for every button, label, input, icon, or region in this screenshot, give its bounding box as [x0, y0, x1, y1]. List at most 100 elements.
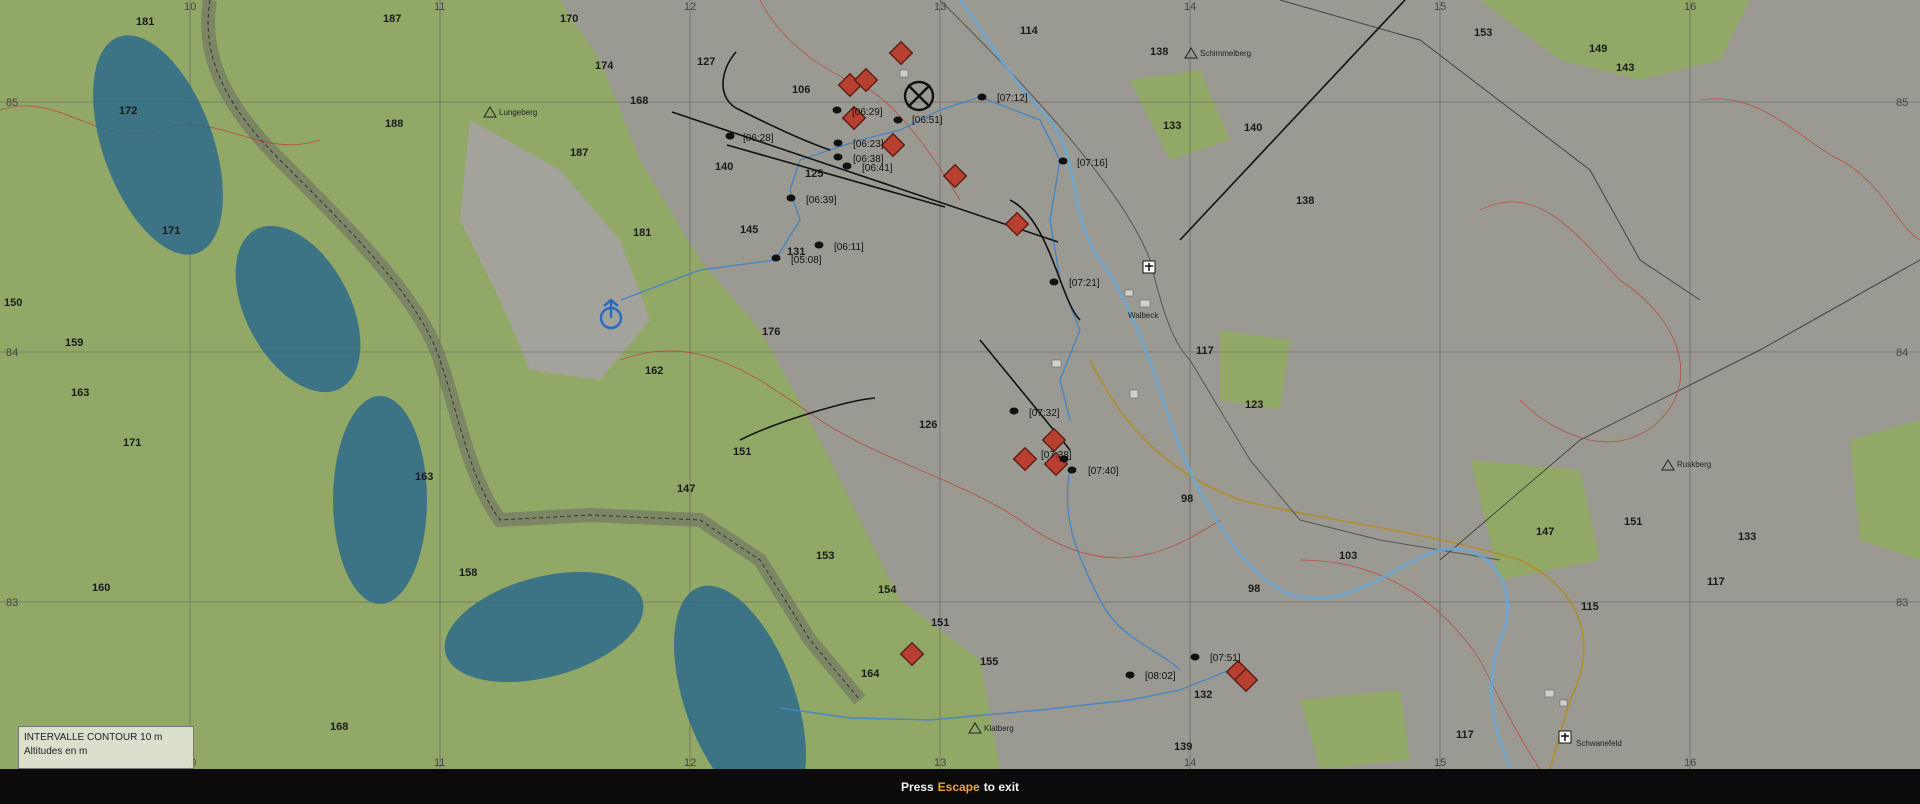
- grid-row-label: 83: [1896, 597, 1908, 609]
- waypoint-dot[interactable]: [814, 241, 824, 249]
- grid-col-label: 16: [1684, 1, 1696, 13]
- elevation-label: 172: [119, 105, 137, 117]
- elevation-label: 140: [715, 161, 733, 173]
- grid-col-label: 15: [1434, 1, 1446, 13]
- waypoint-time: [06:23]: [853, 139, 884, 150]
- waypoint-dot[interactable]: [1067, 466, 1077, 474]
- waypoint-dot[interactable]: [1049, 278, 1059, 286]
- elevation-label: 132: [1194, 689, 1212, 701]
- legend-title: INTERVALLE CONTOUR 10 m: [24, 732, 163, 743]
- elevation-label: 176: [762, 326, 780, 338]
- waypoint-dot[interactable]: [977, 93, 987, 101]
- legend-subtitle: Altitudes en m: [24, 746, 88, 757]
- place-name: Schwanefeld: [1576, 739, 1622, 748]
- elevation-label: 163: [415, 471, 433, 483]
- elevation-label: 106: [792, 84, 810, 96]
- elevation-label: 154: [878, 584, 897, 596]
- elevation-label: 123: [1245, 399, 1263, 411]
- escape-key-label[interactable]: Escape: [938, 780, 980, 794]
- exit-hint-suffix: to exit: [983, 779, 1020, 794]
- grid-col-label: 13: [934, 757, 946, 769]
- waypoint-time: [07:21]: [1069, 278, 1100, 289]
- elevation-label: 153: [816, 550, 834, 562]
- grid-row-label: 84: [1896, 347, 1908, 359]
- waypoint-dot[interactable]: [833, 139, 843, 147]
- grid-row-label: 84: [6, 347, 18, 359]
- elevation-label: 114: [1020, 25, 1039, 37]
- elevation-label: 171: [162, 225, 180, 237]
- elevation-label: 159: [65, 337, 83, 349]
- elevation-label: 140: [1244, 122, 1262, 134]
- place-name: Ruskberg: [1677, 460, 1711, 469]
- waypoint-dot[interactable]: [1058, 157, 1068, 165]
- waypoint-dot[interactable]: [893, 116, 903, 124]
- elevation-label: 168: [630, 95, 648, 107]
- elevation-label: 153: [1474, 27, 1492, 39]
- grid-row-label: 83: [6, 597, 18, 609]
- map-canvas[interactable]: 10 11 12 13 14 15 16 10 11 12 13 14 15 1…: [0, 0, 1920, 769]
- elevation-label: 181: [136, 16, 154, 28]
- waypoint-time: [06:51]: [912, 115, 943, 126]
- elevation-label: 145: [740, 224, 758, 236]
- waypoint-time: [07:16]: [1077, 158, 1108, 169]
- elevation-label: 150: [4, 297, 22, 309]
- waypoint-dot[interactable]: [832, 106, 842, 114]
- waypoint-dot[interactable]: [1125, 671, 1135, 679]
- waypoint-dot[interactable]: [833, 153, 843, 161]
- elevation-label: 151: [1624, 516, 1642, 528]
- forest-area: [1850, 420, 1920, 560]
- elevation-label: 187: [383, 13, 401, 25]
- elevation-label: 160: [92, 582, 110, 594]
- waypoint-time: [06:28]: [743, 133, 774, 144]
- waypoint-dot[interactable]: [842, 162, 852, 170]
- elevation-label: 164: [861, 668, 880, 680]
- elevation-label: 168: [330, 721, 348, 733]
- elevation-label: 151: [931, 617, 949, 629]
- elevation-label: 127: [697, 56, 715, 68]
- grid-row-label: 85: [1896, 97, 1908, 109]
- elevation-label: 126: [919, 419, 937, 431]
- elevation-label: 125: [805, 168, 823, 180]
- place-name: Walbeck: [1128, 311, 1159, 320]
- elevation-label: 133: [1738, 531, 1756, 543]
- zone-ellipse: [333, 396, 427, 604]
- waypoint-time: [07:51]: [1210, 653, 1241, 664]
- elevation-label: 117: [1707, 576, 1725, 588]
- grid-col-label: 13: [934, 1, 946, 13]
- elevation-label: 171: [123, 437, 141, 449]
- grid-col-label: 11: [434, 757, 445, 769]
- elevation-label: 162: [645, 365, 663, 377]
- waypoint-time: [07:40]: [1088, 466, 1119, 477]
- grid-col-label: 15: [1434, 757, 1446, 769]
- grid-col-label: 11: [434, 1, 445, 13]
- grid-col-label: 16: [1684, 757, 1696, 769]
- elevation-label: 158: [459, 567, 477, 579]
- waypoint-dot[interactable]: [725, 132, 735, 140]
- elevation-label: 187: [570, 147, 588, 159]
- elevation-label: 149: [1589, 43, 1607, 55]
- waypoint-time: [06:29]: [852, 107, 883, 118]
- elevation-label: 138: [1150, 46, 1168, 58]
- forest-area: [1220, 330, 1290, 410]
- elevation-label: 115: [1581, 601, 1599, 613]
- waypoint-dot[interactable]: [1190, 653, 1200, 661]
- waypoint-dot[interactable]: [786, 194, 796, 202]
- waypoint-time: [08:02]: [1145, 671, 1176, 682]
- elevation-label: 117: [1456, 729, 1474, 741]
- elevation-label: 98: [1181, 493, 1193, 505]
- tactical-map[interactable]: 10 11 12 13 14 15 16 10 11 12 13 14 15 1…: [0, 0, 1920, 769]
- elevation-label: 143: [1616, 62, 1634, 74]
- waypoint-dot[interactable]: [1009, 407, 1019, 415]
- elevation-label: 147: [677, 483, 695, 495]
- waypoint-time: [07:38]: [1041, 450, 1072, 461]
- elevation-label: 133: [1163, 120, 1181, 132]
- waypoint-dot[interactable]: [771, 254, 781, 262]
- elevation-label: 147: [1536, 526, 1554, 538]
- place-name: Klatberg: [984, 724, 1014, 733]
- waypoint-time: [07:32]: [1029, 408, 1060, 419]
- map-legend: INTERVALLE CONTOUR 10 m Altitudes en m: [18, 726, 194, 769]
- elevation-label: 163: [71, 387, 89, 399]
- elevation-label: 170: [560, 13, 578, 25]
- grid-col-label: 14: [1184, 1, 1196, 13]
- elevation-label: 188: [385, 118, 403, 130]
